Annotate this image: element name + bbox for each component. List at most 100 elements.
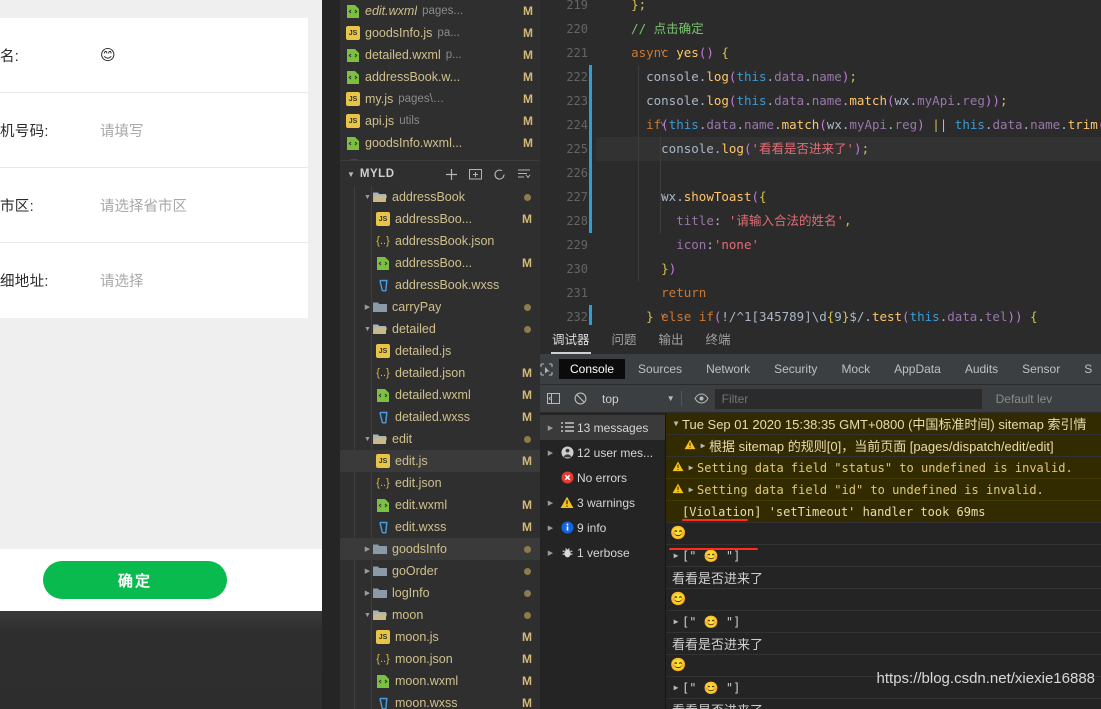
console-subtab[interactable]: Sources bbox=[627, 359, 693, 379]
tree-file-row[interactable]: {..} detailed.json M bbox=[340, 362, 540, 384]
chevron-down-icon[interactable]: ▼ bbox=[362, 436, 373, 443]
console-subtab[interactable]: Network bbox=[695, 359, 761, 379]
form-row[interactable]: 机号码: 请填写 bbox=[0, 93, 322, 168]
tree-folder-row[interactable]: ▶ logInfo bbox=[340, 582, 540, 604]
console-message[interactable]: 看看是否进来了 bbox=[666, 567, 1101, 589]
code-line[interactable] bbox=[616, 161, 1101, 185]
code-line[interactable]: return bbox=[616, 281, 1101, 305]
console-message[interactable]: 看看是否进来了 bbox=[666, 633, 1101, 655]
form-row[interactable]: 市区: 请选择省市区 bbox=[0, 168, 322, 243]
devtools-panel-tabs[interactable]: 调试器 问题 输出 终端 bbox=[540, 325, 1101, 354]
chevron-down-icon[interactable]: ▼ bbox=[362, 612, 373, 619]
chevron-down-icon[interactable]: ▼ bbox=[667, 394, 675, 403]
chevron-right-icon[interactable]: ▶ bbox=[544, 449, 557, 457]
confirm-button[interactable]: 确定 bbox=[43, 561, 227, 599]
devtools-tab[interactable]: 终端 bbox=[706, 329, 743, 354]
console-message[interactable]: 看看是否进来了 bbox=[666, 699, 1101, 709]
open-file-item[interactable]: addressBook.w... M bbox=[340, 66, 540, 88]
code-folding-gutter[interactable]: ˅ ˅ ˅ ˅ bbox=[596, 0, 665, 325]
code-line[interactable]: title: '请输入合法的姓名', bbox=[616, 209, 1101, 233]
devtools-tab[interactable]: 调试器 bbox=[551, 329, 602, 354]
code-line[interactable]: async yes() { bbox=[616, 41, 1101, 65]
clear-console-icon[interactable] bbox=[567, 392, 594, 405]
project-header[interactable]: ▼ MYLD bbox=[340, 160, 540, 188]
code-line[interactable]: if(this.data.name.match(wx.myApi.reg) ||… bbox=[616, 113, 1101, 137]
console-sidebar-item[interactable]: ▶ 13 messages bbox=[540, 415, 665, 440]
console-message[interactable]: 😊 bbox=[666, 589, 1101, 611]
console-message[interactable]: ▶ Setting data field "status" to undefine… bbox=[666, 457, 1101, 479]
chevron-right-icon[interactable]: ▶ bbox=[544, 549, 557, 557]
console-subtab[interactable]: Audits bbox=[954, 359, 1009, 379]
console-message[interactable]: ▶ [" 😊 "] bbox=[666, 611, 1101, 633]
code-line[interactable]: } else if(!/^1[345789]\d{9}$/.test(this.… bbox=[616, 305, 1101, 325]
tree-folder-row[interactable]: ▶ carryPay bbox=[340, 296, 540, 318]
open-file-item[interactable]: edit.wxml pages... M bbox=[340, 0, 540, 22]
code-line[interactable]: console.log(this.data.name.match(wx.myAp… bbox=[616, 89, 1101, 113]
tree-file-row[interactable]: {..} addressBook.json bbox=[340, 230, 540, 252]
code-line[interactable]: icon:'none' bbox=[616, 233, 1101, 257]
console-message[interactable]: ▶ Setting data field "id" to undefined is… bbox=[666, 479, 1101, 501]
chevron-right-icon[interactable]: ▶ bbox=[685, 485, 697, 494]
tree-folder-row[interactable]: ▶ goOrder bbox=[340, 560, 540, 582]
chevron-right-icon[interactable]: ▶ bbox=[670, 551, 682, 560]
tree-file-row[interactable]: addressBook.wxss bbox=[340, 274, 540, 296]
console-filter-input[interactable] bbox=[714, 388, 982, 409]
console-subtab[interactable]: Sensor bbox=[1011, 359, 1071, 379]
chevron-down-icon[interactable]: ▼ bbox=[670, 419, 682, 428]
chevron-right-icon[interactable]: ▶ bbox=[670, 683, 682, 692]
console-message[interactable]: 😊 bbox=[666, 523, 1101, 545]
console-subtab[interactable]: Security bbox=[763, 359, 828, 379]
console-message[interactable]: ▼ Tue Sep 01 2020 15:38:35 GMT+0800 (中国标准… bbox=[666, 413, 1101, 435]
code-line[interactable]: }; bbox=[616, 0, 1101, 17]
new-folder-icon[interactable] bbox=[469, 168, 482, 180]
devtools-tab[interactable]: 输出 bbox=[659, 329, 696, 354]
form-placeholder[interactable]: 请选择省市区 bbox=[100, 195, 187, 216]
live-expression-eye-icon[interactable] bbox=[688, 393, 715, 404]
tree-folder-row[interactable]: ▼ detailed bbox=[340, 318, 540, 340]
open-file-item[interactable]: goodsInfo.wxml... M bbox=[340, 132, 540, 154]
tree-folder-row[interactable]: ▼ edit bbox=[340, 428, 540, 450]
code-content[interactable]: }; // 点击确定 async yes() { console.log(thi… bbox=[616, 0, 1101, 324]
execution-context-selector[interactable]: top ▼ bbox=[594, 392, 675, 406]
devtools-tab[interactable]: 问题 bbox=[612, 329, 649, 354]
panel-divider[interactable] bbox=[322, 0, 340, 709]
tree-file-row[interactable]: JS moon.js M bbox=[340, 626, 540, 648]
chevron-right-icon[interactable]: ▶ bbox=[544, 424, 557, 432]
collapse-all-icon[interactable] bbox=[517, 168, 531, 180]
console-subtab[interactable]: AppData bbox=[883, 359, 952, 379]
open-file-item[interactable]: JS goodsInfo.js pa... M bbox=[340, 22, 540, 44]
code-line[interactable]: console.log('看看是否进来了'); bbox=[616, 137, 1101, 161]
tree-file-row[interactable]: moon.wxml M bbox=[340, 670, 540, 692]
console-subtab[interactable]: Mock bbox=[830, 359, 881, 379]
tree-folder-row[interactable]: ▼ moon bbox=[340, 604, 540, 626]
tree-folder-row[interactable]: ▼ addressBook bbox=[340, 186, 540, 208]
code-line[interactable]: }) bbox=[616, 257, 1101, 281]
inspect-element-icon[interactable] bbox=[540, 362, 553, 376]
chevron-right-icon[interactable]: ▶ bbox=[362, 303, 373, 311]
chevron-right-icon[interactable]: ▶ bbox=[685, 463, 697, 472]
tree-file-row[interactable]: {..} edit.json bbox=[340, 472, 540, 494]
code-line[interactable]: wx.showToast({ bbox=[616, 185, 1101, 209]
tree-file-row[interactable]: edit.wxml M bbox=[340, 494, 540, 516]
open-file-item[interactable]: detailed.wxml p... M bbox=[340, 44, 540, 66]
code-line[interactable]: console.log(this.data.name); bbox=[616, 65, 1101, 89]
chevron-right-icon[interactable]: ▶ bbox=[544, 524, 557, 532]
console-sidebar-item[interactable]: ▶ 1 verbose bbox=[540, 540, 665, 565]
console-subtab[interactable]: Console bbox=[559, 359, 626, 379]
console-sidebar-item[interactable]: No errors bbox=[540, 465, 665, 490]
console-subtab[interactable]: S bbox=[1073, 359, 1101, 379]
log-level-selector[interactable]: Default lev bbox=[982, 392, 1053, 406]
plus-icon[interactable] bbox=[445, 168, 458, 181]
tree-file-row[interactable]: JS edit.js M bbox=[340, 450, 540, 472]
tree-file-row[interactable]: {..} moon.json M bbox=[340, 648, 540, 670]
chevron-right-icon[interactable]: ▶ bbox=[362, 589, 373, 597]
tree-file-row[interactable]: JS detailed.js bbox=[340, 340, 540, 362]
form-placeholder[interactable]: 请填写 bbox=[100, 120, 144, 141]
chevron-down-icon[interactable]: ▼ bbox=[362, 326, 373, 333]
chevron-right-icon[interactable]: ▶ bbox=[670, 617, 682, 626]
form-value[interactable]: 😊 bbox=[100, 46, 116, 64]
code-editor[interactable]: 219 220 221 222 223 224 225 226 227 228 229 230 231 2… bbox=[540, 0, 1101, 325]
chevron-down-icon[interactable]: ▼ bbox=[362, 194, 373, 201]
open-file-item[interactable]: JS my.js pages\mai... M bbox=[340, 88, 540, 110]
form-row[interactable]: 细地址: 请选择 bbox=[0, 243, 322, 318]
